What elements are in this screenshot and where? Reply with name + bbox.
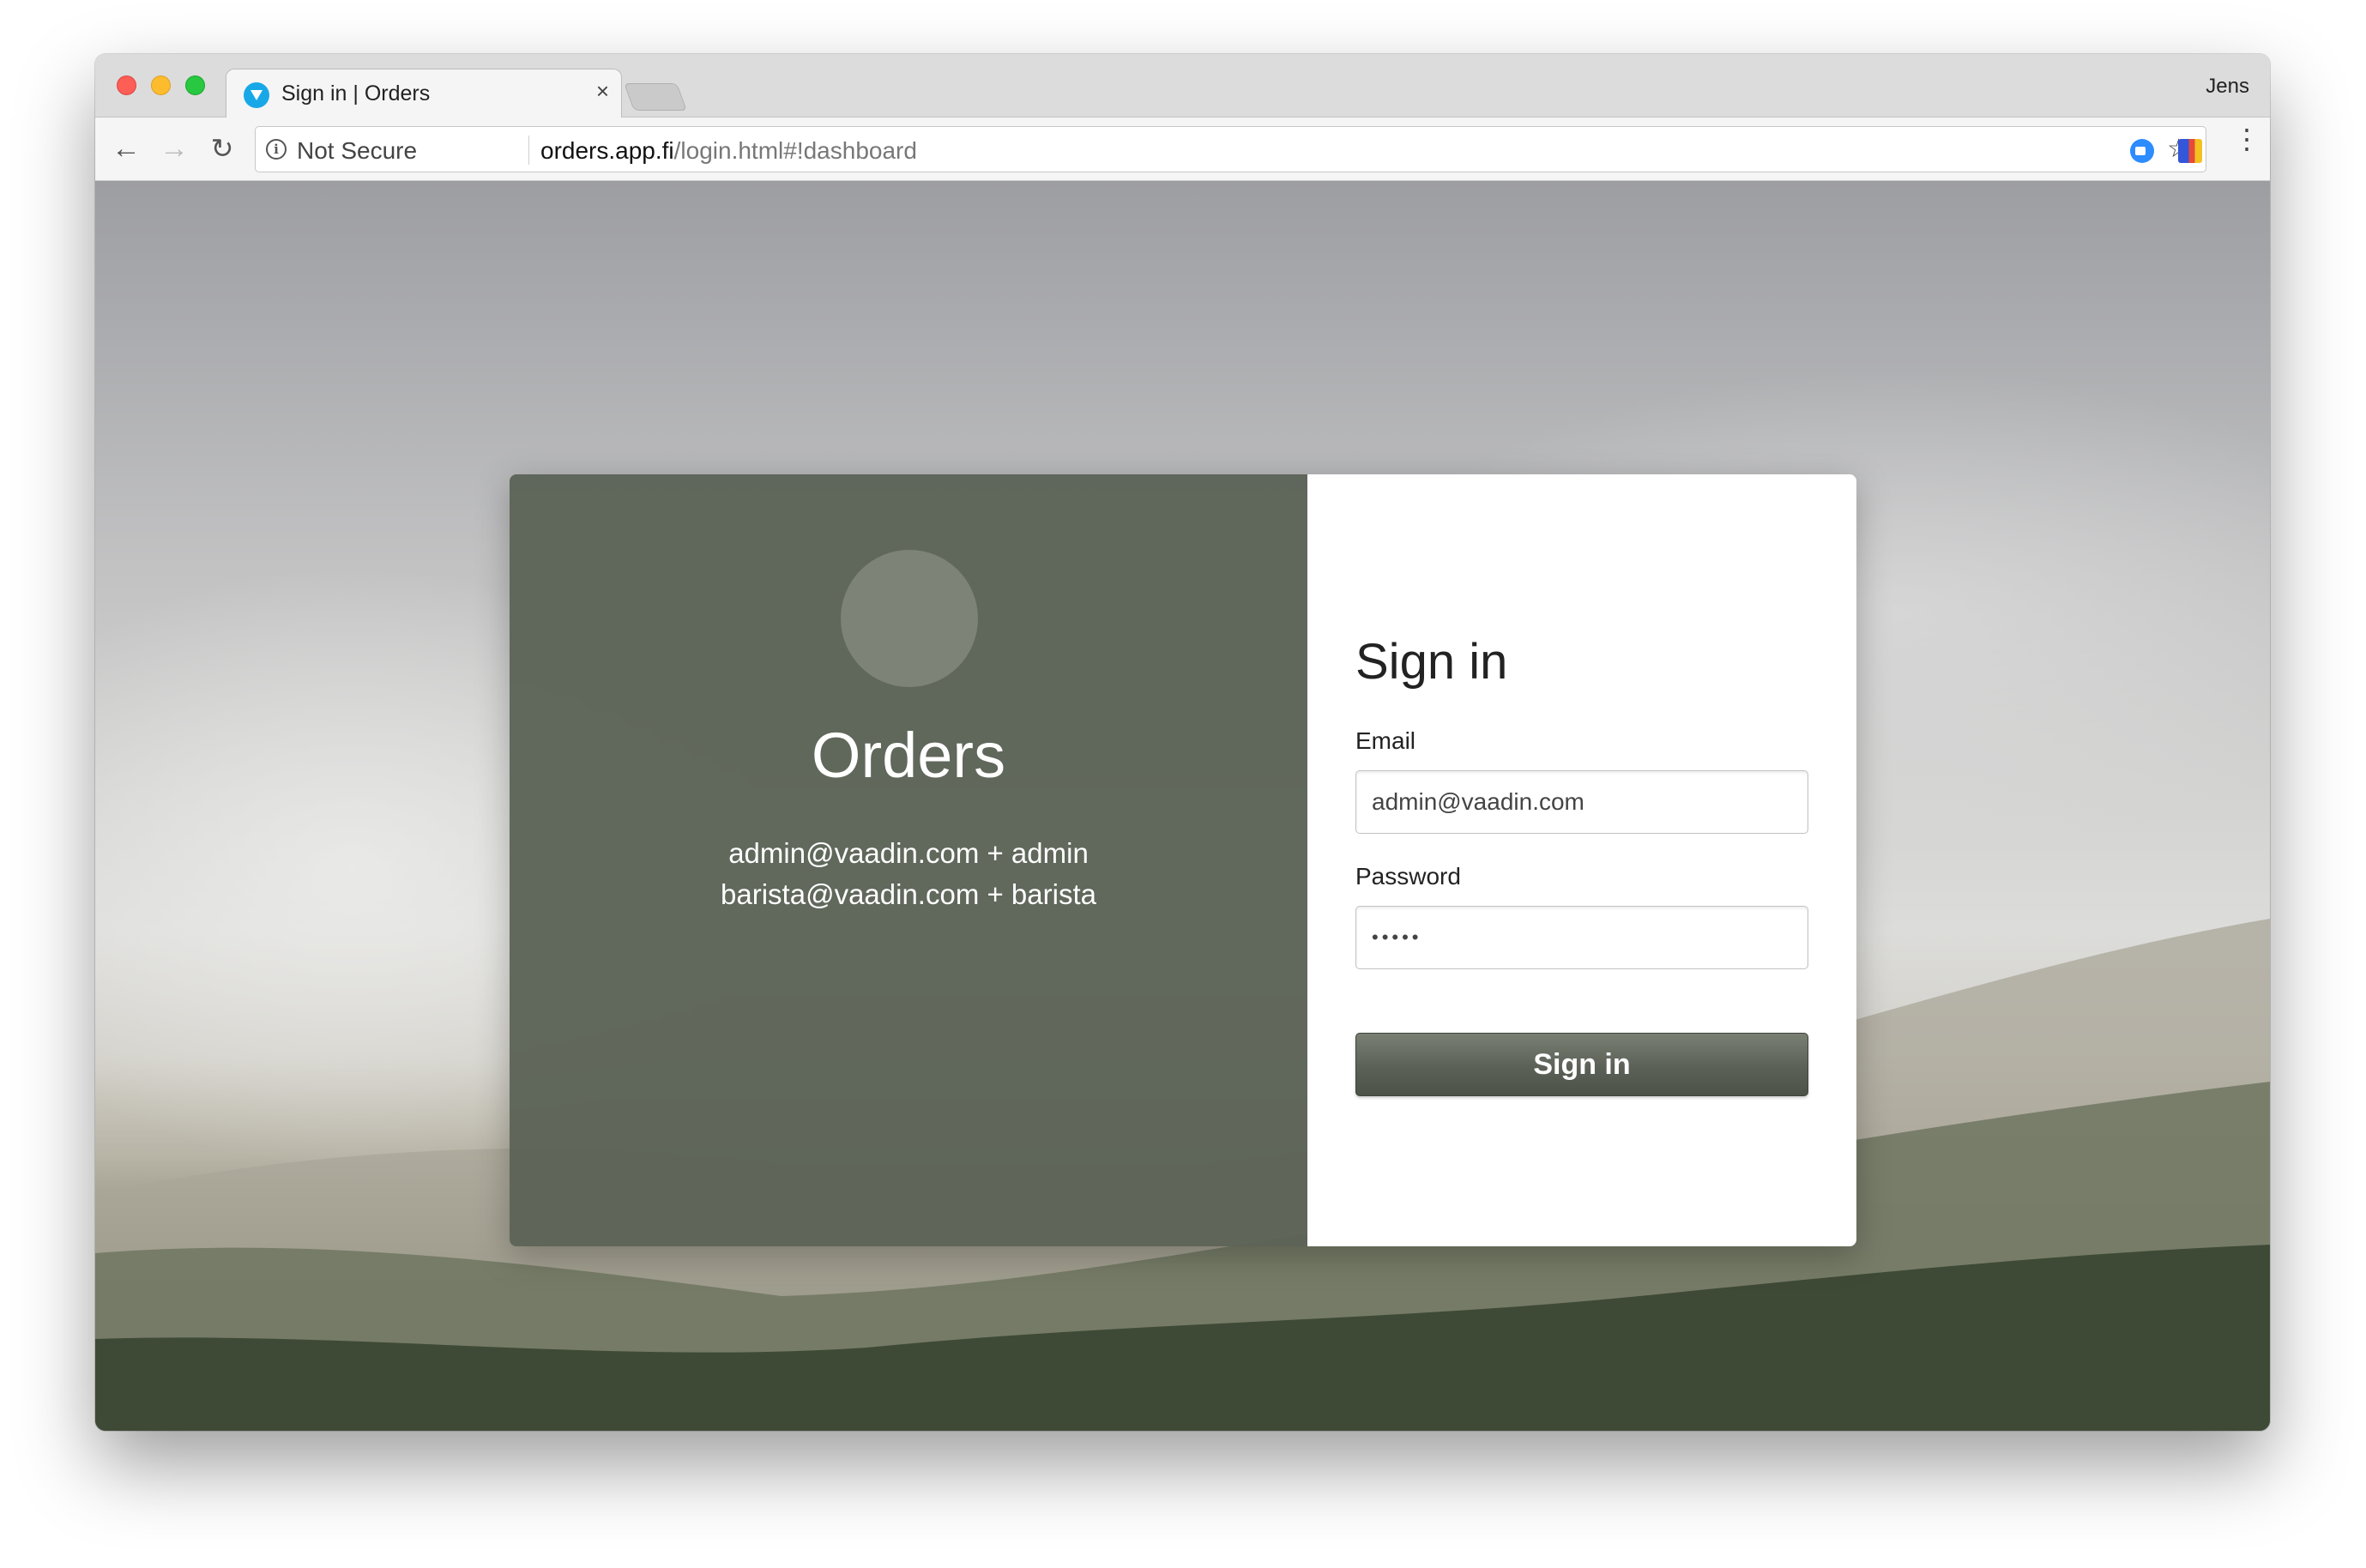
- credential-hint: barista@vaadin.com + barista: [721, 878, 1096, 910]
- menu-dots-icon[interactable]: ⋮: [2233, 125, 2260, 153]
- forward-icon[interactable]: →: [157, 131, 191, 166]
- browser-toolbar: ← → ↻ i Not Secure orders.app.fi/login.h…: [95, 118, 2270, 181]
- email-field[interactable]: [1355, 770, 1808, 834]
- reload-icon[interactable]: ↻: [205, 131, 239, 166]
- page-viewport: Orders admin@vaadin.com + admin barista@…: [95, 181, 2270, 1431]
- password-field[interactable]: [1355, 906, 1808, 969]
- profile-name[interactable]: Jens: [2206, 75, 2249, 99]
- new-tab-button[interactable]: [624, 83, 687, 111]
- url-text[interactable]: orders.app.fi/login.html#!dashboard: [540, 137, 917, 165]
- sign-in-button[interactable]: Sign in: [1355, 1033, 1808, 1096]
- login-info-panel: Orders admin@vaadin.com + admin barista@…: [510, 474, 1307, 1246]
- app-name: Orders: [811, 720, 1006, 791]
- email-label: Email: [1355, 727, 1416, 754]
- info-icon[interactable]: i: [266, 139, 287, 160]
- url-host: orders.app.fi: [540, 137, 674, 164]
- window-minimize-button[interactable]: [151, 75, 171, 95]
- back-icon[interactable]: ←: [109, 131, 143, 166]
- url-path: /login.html#!dashboard: [673, 137, 917, 164]
- form-title: Sign in: [1355, 634, 1508, 690]
- title-bar: Sign in | Orders × Jens: [95, 54, 2270, 118]
- password-label: Password: [1355, 863, 1461, 890]
- security-label[interactable]: Not Secure: [297, 137, 417, 165]
- browser-window: Sign in | Orders × Jens ← → ↻ i Not Secu…: [95, 54, 2270, 1431]
- credential-hint: admin@vaadin.com + admin: [728, 837, 1089, 869]
- address-bar[interactable]: i Not Secure orders.app.fi/login.html#!d…: [255, 126, 2206, 172]
- vaadin-favicon-icon: [244, 82, 269, 108]
- tab-sign-in-orders[interactable]: Sign in | Orders ×: [226, 69, 622, 118]
- address-divider: [528, 136, 529, 165]
- tab-title: Sign in | Orders: [281, 81, 431, 106]
- window-maximize-button[interactable]: [185, 75, 205, 95]
- zoom-extension-icon[interactable]: [2130, 139, 2154, 163]
- close-icon[interactable]: ×: [596, 78, 609, 105]
- flag-extension-icon[interactable]: [2178, 139, 2202, 163]
- window-close-button[interactable]: [117, 75, 136, 95]
- login-form: Sign in Email Password Sign in: [1307, 474, 1856, 1246]
- app-logo: [841, 550, 978, 687]
- login-card: Orders admin@vaadin.com + admin barista@…: [510, 474, 1856, 1246]
